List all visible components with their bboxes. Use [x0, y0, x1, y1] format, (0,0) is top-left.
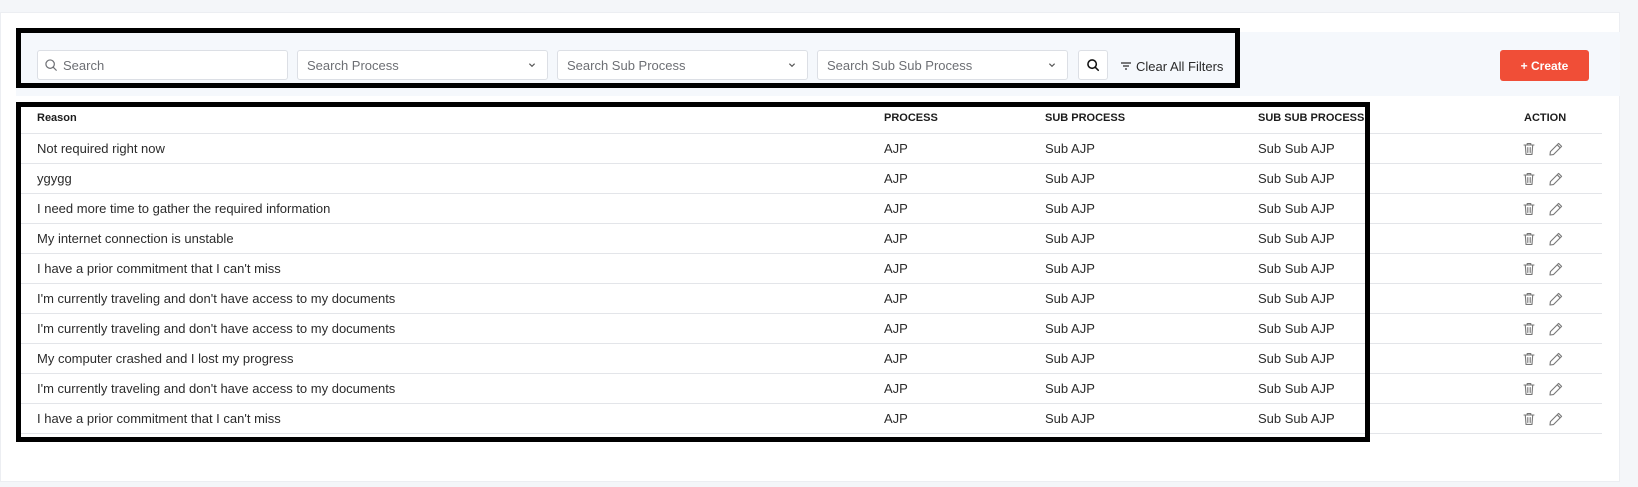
cell-sub-process: Sub AJP — [1045, 381, 1095, 396]
cell-process: AJP — [884, 411, 908, 426]
cell-reason: Not required right now — [37, 141, 165, 156]
cell-process: AJP — [884, 291, 908, 306]
trash-icon[interactable] — [1521, 351, 1537, 367]
table-row: My internet connection is unstable AJP S… — [16, 224, 1602, 254]
pencil-icon[interactable] — [1548, 291, 1564, 307]
header-sub-process[interactable]: SUB PROCESS — [1045, 112, 1125, 124]
cell-sub-sub-process: Sub Sub AJP — [1258, 351, 1335, 366]
clear-all-filters-button[interactable]: Clear All Filters — [1120, 57, 1223, 75]
table-row: ygygg AJP Sub AJP Sub Sub AJP — [16, 164, 1602, 194]
cell-process: AJP — [884, 231, 908, 246]
sub-sub-process-select-placeholder: Search Sub Sub Process — [827, 57, 973, 73]
pencil-icon[interactable] — [1548, 171, 1564, 187]
table-row: My computer crashed and I lost my progre… — [16, 344, 1602, 374]
cell-sub-process: Sub AJP — [1045, 411, 1095, 426]
cell-sub-sub-process: Sub Sub AJP — [1258, 261, 1335, 276]
cell-reason: I'm currently traveling and don't have a… — [37, 321, 396, 336]
process-select[interactable]: Search Process — [297, 50, 548, 80]
pencil-icon[interactable] — [1548, 321, 1564, 337]
sub-process-select[interactable]: Search Sub Process — [557, 50, 808, 80]
table-row: I'm currently traveling and don't have a… — [16, 374, 1602, 404]
cell-sub-sub-process: Sub Sub AJP — [1258, 411, 1335, 426]
cell-sub-process: Sub AJP — [1045, 171, 1095, 186]
trash-icon[interactable] — [1521, 201, 1537, 217]
filter-icon — [1121, 62, 1131, 70]
pencil-icon[interactable] — [1548, 351, 1564, 367]
cell-reason: I need more time to gather the required … — [37, 201, 331, 216]
search-input-placeholder: Search — [63, 57, 105, 73]
trash-icon[interactable] — [1521, 141, 1537, 157]
table-row: I have a prior commitment that I can't m… — [16, 254, 1602, 284]
header-process[interactable]: PROCESS — [884, 112, 938, 124]
cell-process: AJP — [884, 381, 908, 396]
cell-sub-sub-process: Sub Sub AJP — [1258, 381, 1335, 396]
cell-sub-process: Sub AJP — [1045, 351, 1095, 366]
trash-icon[interactable] — [1521, 261, 1537, 277]
pencil-icon[interactable] — [1548, 201, 1564, 217]
header-sub-sub-process[interactable]: SUB SUB PROCESS — [1258, 112, 1364, 124]
pencil-icon[interactable] — [1548, 231, 1564, 247]
cell-reason: ygygg — [37, 171, 72, 186]
table-row: I have a prior commitment that I can't m… — [16, 404, 1602, 434]
cell-sub-process: Sub AJP — [1045, 321, 1095, 336]
table-row: I'm currently traveling and don't have a… — [16, 314, 1602, 344]
chevron-down-icon — [1048, 63, 1056, 68]
cell-process: AJP — [884, 351, 908, 366]
pencil-icon[interactable] — [1548, 411, 1564, 427]
cell-process: AJP — [884, 261, 908, 276]
create-button[interactable]: + Create — [1500, 50, 1589, 81]
trash-icon[interactable] — [1521, 231, 1537, 247]
cell-process: AJP — [884, 141, 908, 156]
cell-sub-process: Sub AJP — [1045, 201, 1095, 216]
cell-sub-process: Sub AJP — [1045, 141, 1095, 156]
search-button[interactable] — [1078, 50, 1108, 80]
header-action: ACTION — [1524, 112, 1567, 124]
table-row: I need more time to gather the required … — [16, 194, 1602, 224]
trash-icon[interactable] — [1521, 411, 1537, 427]
trash-icon[interactable] — [1521, 291, 1537, 307]
cell-reason: My computer crashed and I lost my progre… — [37, 351, 294, 366]
cell-sub-process: Sub AJP — [1045, 291, 1095, 306]
trash-icon[interactable] — [1521, 171, 1537, 187]
cell-process: AJP — [884, 201, 908, 216]
cell-reason: I'm currently traveling and don't have a… — [37, 381, 396, 396]
sub-sub-process-select[interactable]: Search Sub Sub Process — [817, 50, 1068, 80]
process-select-placeholder: Search Process — [307, 57, 399, 73]
cell-sub-sub-process: Sub Sub AJP — [1258, 291, 1335, 306]
cell-reason: I have a prior commitment that I can't m… — [37, 261, 281, 276]
cell-sub-sub-process: Sub Sub AJP — [1258, 201, 1335, 216]
cell-sub-sub-process: Sub Sub AJP — [1258, 321, 1335, 336]
cell-reason: I have a prior commitment that I can't m… — [37, 411, 281, 426]
cell-reason: My internet connection is unstable — [37, 231, 234, 246]
cell-sub-process: Sub AJP — [1045, 261, 1095, 276]
table-row: Not required right now AJP Sub AJP Sub S… — [16, 134, 1602, 164]
search-input[interactable]: Search — [37, 50, 288, 80]
trash-icon[interactable] — [1521, 381, 1537, 397]
pencil-icon[interactable] — [1548, 141, 1564, 157]
table-row: I'm currently traveling and don't have a… — [16, 284, 1602, 314]
cell-process: AJP — [884, 321, 908, 336]
header-reason[interactable]: Reason — [37, 112, 77, 124]
clear-all-filters-label: Clear All Filters — [1136, 58, 1224, 74]
cell-sub-sub-process: Sub Sub AJP — [1258, 141, 1335, 156]
pencil-icon[interactable] — [1548, 381, 1564, 397]
cell-sub-sub-process: Sub Sub AJP — [1258, 171, 1335, 186]
search-icon — [45, 59, 57, 71]
cell-reason: I'm currently traveling and don't have a… — [37, 291, 396, 306]
cell-sub-process: Sub AJP — [1045, 231, 1095, 246]
pencil-icon[interactable] — [1548, 261, 1564, 277]
table-header: Reason PROCESS SUB PROCESS SUB SUB PROCE… — [16, 104, 1602, 134]
sub-process-select-placeholder: Search Sub Process — [567, 57, 686, 73]
cell-process: AJP — [884, 171, 908, 186]
search-icon — [1087, 59, 1100, 72]
cell-sub-sub-process: Sub Sub AJP — [1258, 231, 1335, 246]
trash-icon[interactable] — [1521, 321, 1537, 337]
chevron-down-icon — [788, 63, 796, 68]
chevron-down-icon — [528, 63, 536, 68]
table-body: Not required right now AJP Sub AJP Sub S… — [16, 134, 1602, 434]
